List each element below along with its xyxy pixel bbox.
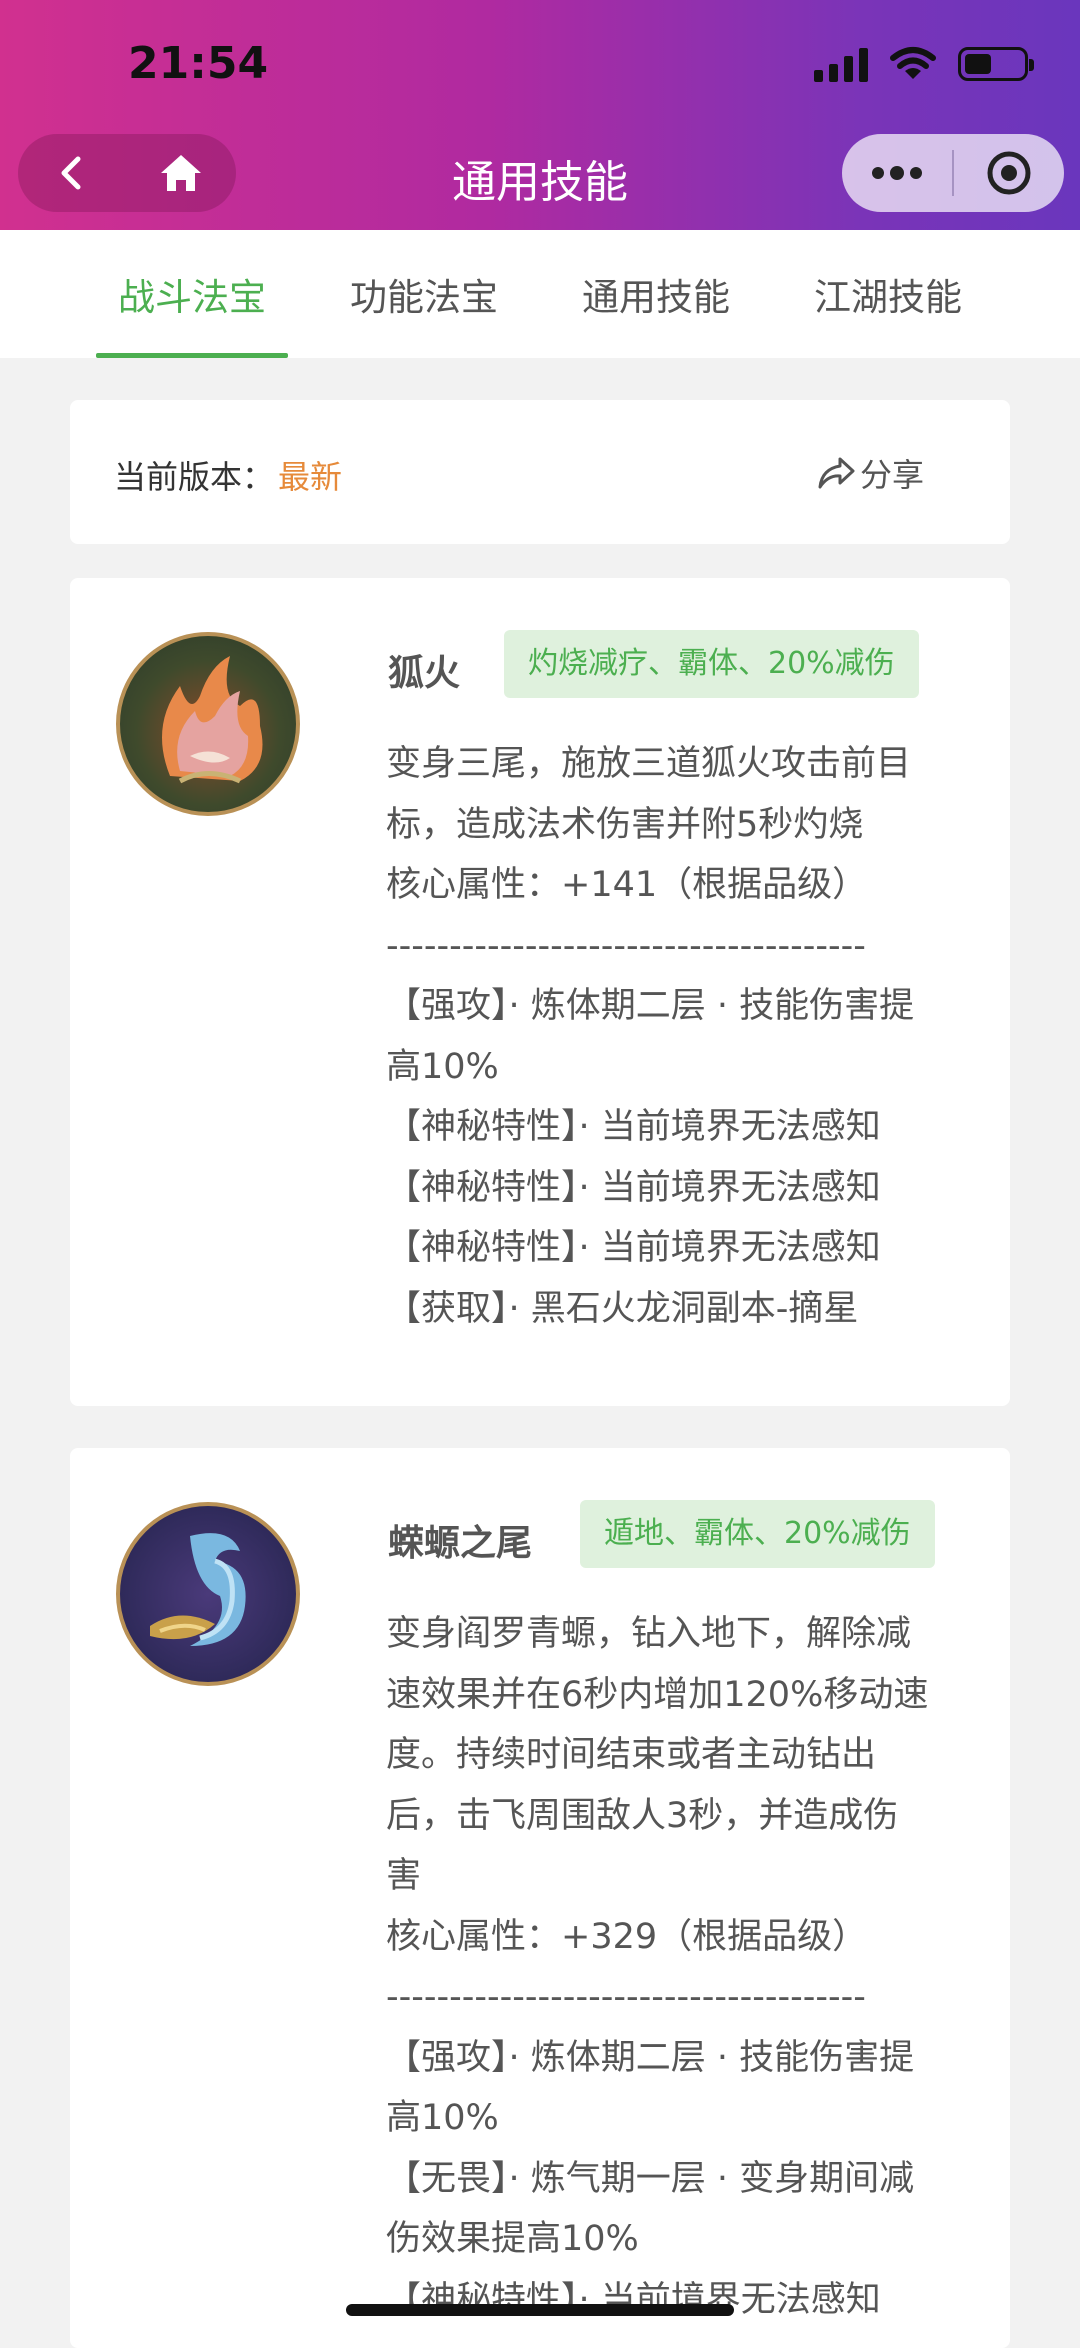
more-icon — [872, 166, 922, 180]
target-icon — [987, 151, 1031, 195]
share-label: 分享 — [859, 456, 924, 494]
skill-card: 蝾螈之尾 遁地、霸体、20%减伤 变身阎罗青螈，钻入地下，解除减 速效果并在6秒… — [70, 1448, 1010, 2348]
trait-line: 【强攻】· 炼体期二层 · 技能伤害提 — [386, 2037, 915, 2078]
tab-bar: 战斗法宝 功能法宝 通用技能 江湖技能 — [0, 230, 1080, 358]
home-indicator — [346, 2304, 734, 2316]
skill-description: 变身阎罗青螈，钻入地下，解除减 速效果并在6秒内增加120%移动速 度。持续时间… — [386, 1604, 976, 2330]
wifi-icon — [890, 47, 936, 79]
tab-jianghu-skills[interactable]: 江湖技能 — [772, 230, 1004, 358]
source-line: 【获取】· 黑石火龙洞副本-摘星 — [386, 1288, 859, 1329]
header-bar: 21:54 通用技能 — [0, 0, 1080, 230]
skill-name: 狐火 — [388, 653, 461, 694]
version-label: 当前版本： — [114, 458, 275, 496]
description-line: 标，造成法术伤害并附5秒灼烧 — [386, 804, 864, 845]
core-attribute: 核心属性：+329（根据品级） — [386, 1916, 868, 1957]
trait-line: 【神秘特性】· 当前境界无法感知 — [386, 1167, 881, 1208]
trait-line: 【无畏】· 炼气期一层 · 变身期间减 — [386, 2158, 915, 2199]
share-button[interactable]: 分享 — [816, 450, 924, 496]
tab-general-skills[interactable]: 通用技能 — [540, 230, 772, 358]
tab-combat-treasure[interactable]: 战斗法宝 — [76, 230, 308, 358]
status-icons — [814, 42, 1034, 86]
skill-tag: 遁地、霸体、20%减伤 — [580, 1500, 935, 1568]
description-line: 度。持续时间结束或者主动钻出 — [386, 1735, 877, 1775]
trait-line: 【神秘特性】· 当前境界无法感知 — [386, 1228, 881, 1268]
mini-program-capsule — [842, 134, 1064, 212]
description-line: 变身三尾，施放三道狐火攻击前目 — [386, 744, 912, 784]
skill-description: 变身三尾，施放三道狐火攻击前目 标，造成法术伤害并附5秒灼烧 核心属性：+141… — [386, 734, 976, 1339]
salamander-tail-icon — [116, 1502, 300, 1686]
tab-function-treasure[interactable]: 功能法宝 — [308, 230, 540, 358]
share-icon — [818, 457, 855, 489]
skill-tag: 灼烧减疗、霸体、20%减伤 — [504, 630, 919, 698]
divider-line: -------------------------------------- — [386, 1977, 866, 2017]
trait-line: 【神秘特性】· 当前境界无法感知 — [386, 1107, 881, 1147]
status-time: 21:54 — [128, 38, 269, 89]
signal-icon — [814, 46, 868, 82]
battery-icon — [958, 47, 1034, 81]
fox-fire-icon — [116, 632, 300, 816]
close-button[interactable] — [954, 134, 1064, 212]
divider-line: -------------------------------------- — [386, 925, 866, 966]
trait-line: 【神秘特性】· 当前境界无法感知 — [386, 2279, 881, 2320]
skill-card: 狐火 灼烧减疗、霸体、20%减伤 变身三尾，施放三道狐火攻击前目 标，造成法术伤… — [70, 578, 1010, 1406]
description-line: 速效果并在6秒内增加120%移动速 — [386, 1674, 929, 1715]
version-value[interactable]: 最新 — [278, 452, 342, 498]
trait-line: 伤效果提高10% — [386, 2219, 639, 2259]
core-attribute: 核心属性：+141（根据品级） — [386, 865, 868, 905]
description-line: 变身阎罗青螈，钻入地下，解除减 — [386, 1614, 912, 1654]
trait-line: 高10% — [386, 1046, 499, 1087]
skill-name: 蝾螈之尾 — [388, 1523, 533, 1564]
trait-line: 高10% — [386, 2098, 499, 2138]
trait-line: 【强攻】· 炼体期二层 · 技能伤害提 — [386, 986, 915, 1026]
description-line: 害 — [386, 1856, 422, 1896]
description-line: 后，击飞周围敌人3秒，并造成伤 — [386, 1795, 899, 1836]
version-card: 当前版本： 最新 分享 — [70, 400, 1010, 544]
more-button[interactable] — [842, 134, 952, 212]
